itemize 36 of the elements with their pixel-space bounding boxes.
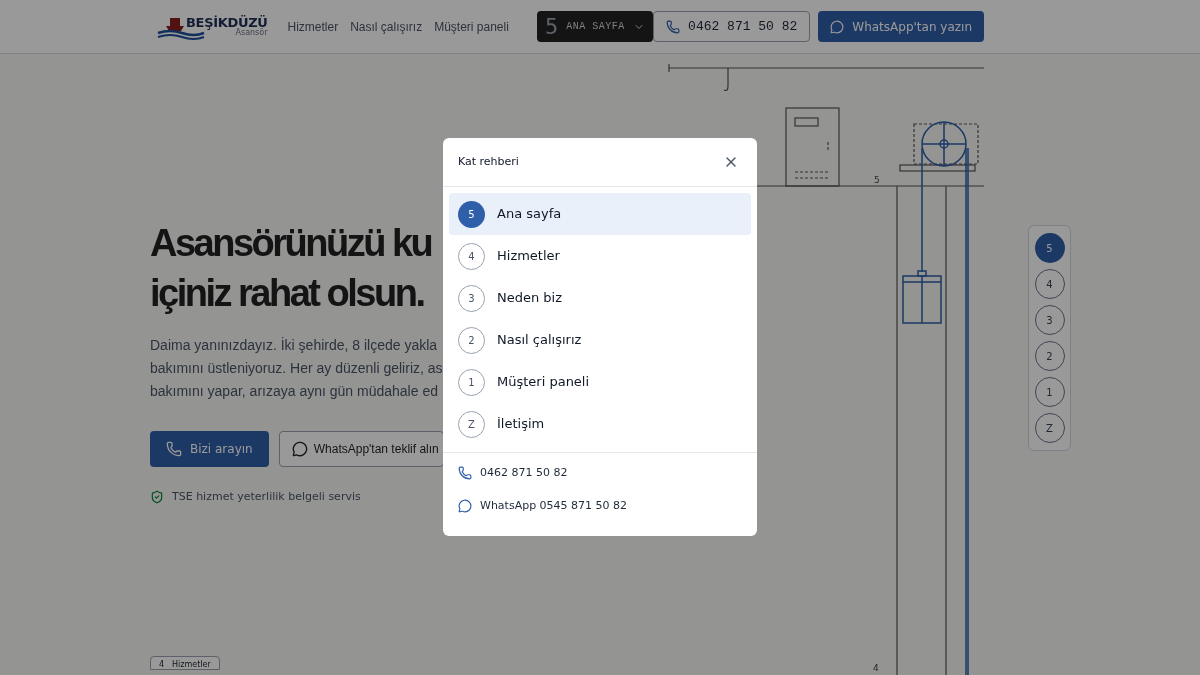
contact-link[interactable]: 0462 871 50 82 [458, 461, 742, 485]
floor-menu-item[interactable]: Z İletişim [449, 403, 751, 445]
logo-tagline: Asansör [235, 29, 268, 37]
certificate-note: TSE hizmet yeterlilik belgeli servis [172, 489, 361, 505]
hero-text: Daima yanınızdayız. İki şehirde, 8 ilçede yakla [150, 336, 438, 355]
chat-icon [830, 19, 845, 34]
phone-icon [458, 466, 472, 480]
hero-heading: içiniz rahat olsun. [150, 271, 424, 316]
nav-link[interactable]: Müşteri paneli [434, 17, 509, 36]
chat-icon [291, 441, 308, 457]
section-chip: 4 Hizmetler [150, 655, 220, 670]
hero-heading: Asansörünüzü ku [150, 221, 432, 266]
phone-button[interactable]: 0462 871 50 82 [653, 11, 811, 42]
nav-link[interactable]: Hizmetler [287, 17, 339, 36]
floor-indicator-button[interactable]: 5 [1034, 233, 1065, 263]
quote-button[interactable]: WhatsApp'tan teklif alın [278, 431, 444, 467]
floor-label: 4 [873, 663, 879, 673]
hero-text: bakımını üstleniyoruz. Her ay düzenli geliriz, as [150, 359, 443, 378]
phone-icon [166, 441, 182, 457]
call-button[interactable]: Bizi arayın [150, 431, 269, 467]
floor-menu-item[interactable]: 1 Müşteri paneli [449, 361, 751, 403]
chat-icon [458, 499, 472, 513]
floor-label: 5 [874, 175, 880, 185]
floor-menu-item[interactable]: 3 Neden biz [449, 277, 751, 319]
dialog-title: Kat rehberi [458, 153, 519, 170]
whatsapp-button[interactable]: WhatsApp'tan yazın [818, 11, 984, 42]
phone-icon [666, 19, 681, 34]
floor-menu-item[interactable]: 2 Nasıl çalışırız [449, 319, 751, 361]
floor-menu-item[interactable]: 4 Hizmetler [449, 235, 751, 277]
logo-name: BEŞİKDÜZÜ [186, 16, 268, 29]
floor-menu-item[interactable]: 5 Ana sayfa [449, 193, 751, 235]
hero-text: bakımını yapar, arızaya aynı gün müdahale ed [150, 382, 438, 401]
shield-icon [150, 490, 164, 505]
contact-link[interactable]: WhatsApp 0545 871 50 82 [458, 494, 742, 518]
floor-button[interactable]: 5 ANA SAYFA [536, 11, 654, 42]
nav-link[interactable]: Nasıl çalışırız [350, 17, 423, 36]
